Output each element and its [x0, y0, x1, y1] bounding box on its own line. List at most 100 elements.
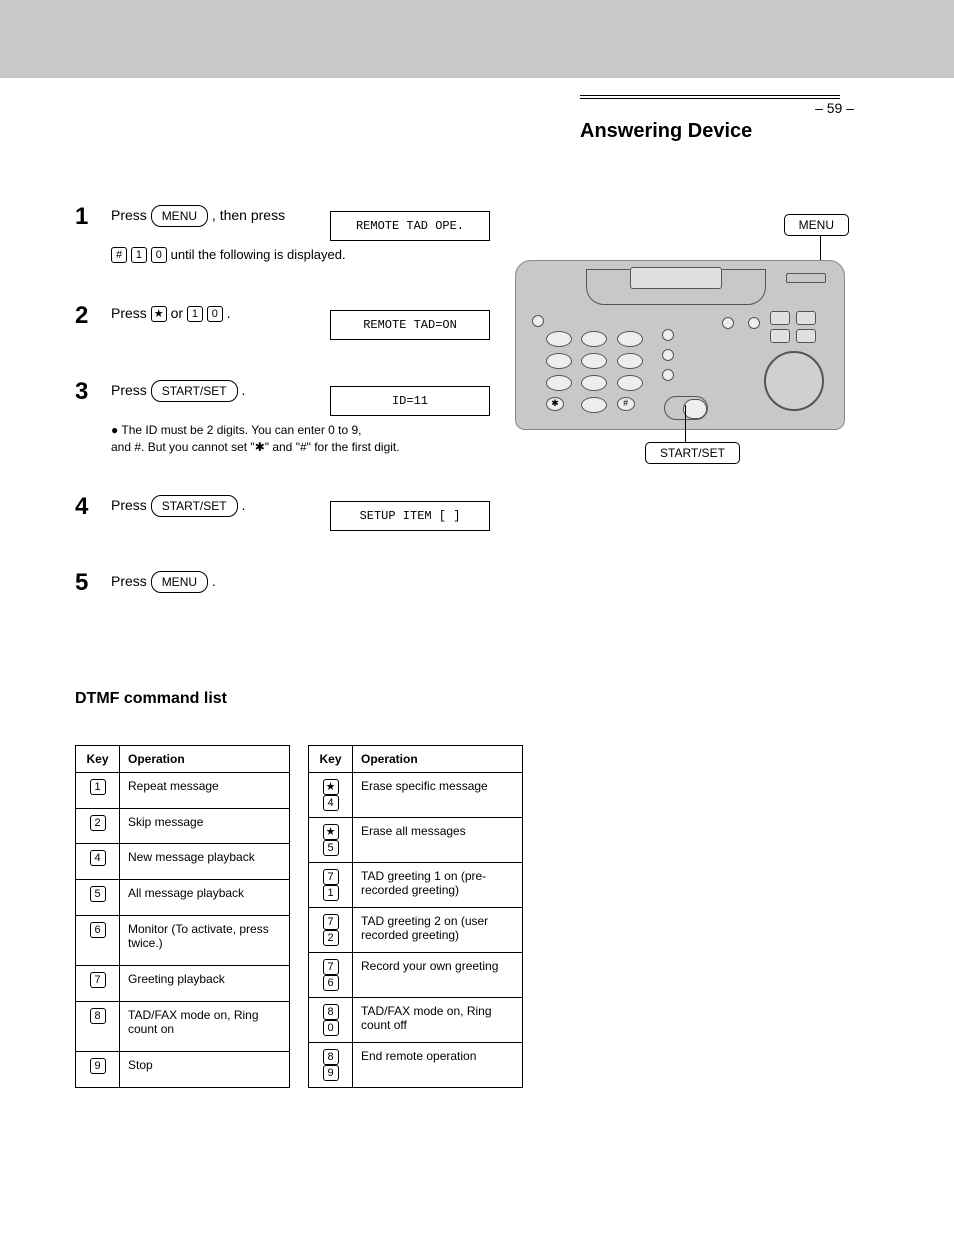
digit-key: 0 — [151, 247, 167, 263]
table-row: 5All message playback — [76, 880, 290, 916]
table-row: 2Skip message — [76, 808, 290, 844]
page-header-band — [0, 0, 954, 78]
key-cell: 89 — [309, 1043, 353, 1088]
step-text: , then press — [212, 207, 285, 223]
table-row: 80TAD/FAX mode on, Ring count off — [309, 998, 523, 1043]
start-set-button-label: START/SET — [151, 380, 238, 402]
star-key: ★ — [323, 824, 339, 840]
key-cell: 71 — [309, 863, 353, 908]
digit-key: 5 — [90, 886, 106, 902]
lcd-screen — [630, 267, 722, 289]
round-button-icon — [722, 317, 734, 329]
op-cell: New message playback — [120, 844, 290, 880]
step-2: 2 Press ★ or 1 0 . REMOTE TAD=ON — [75, 304, 490, 340]
step-text: Press — [111, 497, 147, 513]
step-number: 1 — [75, 205, 99, 229]
table-row: 7Greeting playback — [76, 966, 290, 1002]
digit-key: 9 — [323, 1065, 339, 1081]
key-cell: 8 — [76, 1001, 120, 1051]
step-1: 1 Press MENU , then press REMOTE TAD OPE… — [75, 205, 490, 264]
table-row: 8TAD/FAX mode on, Ring count on — [76, 1001, 290, 1051]
start-button-icon — [664, 396, 708, 420]
round-button-icon — [662, 369, 674, 381]
table-row: 1 Repeat message — [76, 773, 290, 809]
digit-key: 1 — [323, 885, 339, 901]
lcd-display: SETUP ITEM [ ] — [330, 501, 490, 531]
digit-key: 6 — [90, 922, 106, 938]
op-cell: TAD greeting 1 on (pre-recorded greeting… — [353, 863, 523, 908]
step-number: 5 — [75, 571, 99, 595]
round-button-icon — [662, 349, 674, 361]
dtmf-table-2: Key Operation ★4Erase specific message★5… — [308, 745, 523, 1088]
star-key: ★ — [151, 306, 167, 322]
dialpad-icon: ✱# — [546, 331, 646, 413]
key-cell: 80 — [309, 998, 353, 1043]
table-header: Operation — [120, 746, 290, 773]
section-rule — [580, 95, 840, 99]
digit-key: 7 — [323, 869, 339, 885]
lcd-display: REMOTE TAD OPE. — [330, 211, 490, 241]
step-text: . — [227, 305, 231, 321]
digit-key: 2 — [90, 815, 106, 831]
round-button-icon — [662, 329, 674, 341]
digit-key: 1 — [131, 247, 147, 263]
digit-key: 1 — [90, 779, 106, 795]
table-header: Key — [309, 746, 353, 773]
table-row: ★5Erase all messages — [309, 818, 523, 863]
callout-start-set: START/SET — [645, 442, 740, 464]
op-cell: Repeat message — [120, 773, 290, 809]
op-cell: Erase specific message — [353, 773, 523, 818]
op-cell: Erase all messages — [353, 818, 523, 863]
step-number: 2 — [75, 304, 99, 328]
op-cell: TAD greeting 2 on (user recorded greetin… — [353, 908, 523, 953]
hash-key: # — [111, 247, 127, 263]
digit-key: 4 — [323, 795, 339, 811]
digit-key: 0 — [207, 306, 223, 322]
step-3: 3 Press START/SET . ID=11 ● The ID must … — [75, 380, 490, 455]
dtmf-table-1: Key Operation 1Repeat message2Skip messa… — [75, 745, 290, 1088]
table-row: 71TAD greeting 1 on (pre-recorded greeti… — [309, 863, 523, 908]
step-text: Press — [111, 382, 147, 398]
step-text: Press — [111, 305, 147, 321]
op-cell: Record your own greeting — [353, 953, 523, 998]
digit-key: 6 — [323, 975, 339, 991]
table-row: 72TAD greeting 2 on (user recorded greet… — [309, 908, 523, 953]
step-5: 5 Press MENU . — [75, 571, 490, 595]
op-cell: Stop — [120, 1052, 290, 1088]
section-title: Answering Device — [580, 120, 752, 143]
key-cell: 5 — [76, 880, 120, 916]
op-cell: TAD/FAX mode on, Ring count on — [120, 1001, 290, 1051]
jog-dial-icon — [764, 351, 824, 411]
subsection-heading: DTMF command list — [75, 690, 227, 708]
step-text: . — [212, 573, 216, 589]
panel-body: ✱# — [515, 260, 845, 430]
table-row: 4New message playback — [76, 844, 290, 880]
key-cell: 2 — [76, 808, 120, 844]
table-row: ★4Erase specific message — [309, 773, 523, 818]
callout-line — [685, 405, 686, 443]
digit-key: 7 — [90, 972, 106, 988]
device-illustration: MENU ✱# START/SET — [515, 250, 855, 470]
digit-key: 8 — [323, 1004, 339, 1020]
digit-key: 7 — [323, 914, 339, 930]
step-text: until the following is displayed. — [171, 247, 346, 262]
top-tray-icon — [786, 273, 826, 283]
digit-key: 1 — [187, 306, 203, 322]
key-cell: ★5 — [309, 818, 353, 863]
key-cell: 72 — [309, 908, 353, 953]
op-cell: TAD/FAX mode on, Ring count off — [353, 998, 523, 1043]
lcd-display: REMOTE TAD=ON — [330, 310, 490, 340]
digit-key: 0 — [323, 1020, 339, 1036]
digit-key: 2 — [323, 930, 339, 946]
digit-key: 9 — [90, 1058, 106, 1074]
step-note: and #. But you cannot set "✱" and "#" fo… — [111, 440, 400, 454]
start-set-button-label: START/SET — [151, 495, 238, 517]
table-row: 6Monitor (To activate, press twice.) — [76, 915, 290, 965]
table-row: 9 Stop — [76, 1052, 290, 1088]
step-text: Press — [111, 207, 147, 223]
onetouch-keys-icon — [770, 311, 818, 343]
digit-key: 8 — [323, 1049, 339, 1065]
key-cell: ★4 — [309, 773, 353, 818]
digit-key: 7 — [323, 959, 339, 975]
dtmf-tables: Key Operation 1 Repeat message2Skip messa… — [75, 745, 523, 1088]
